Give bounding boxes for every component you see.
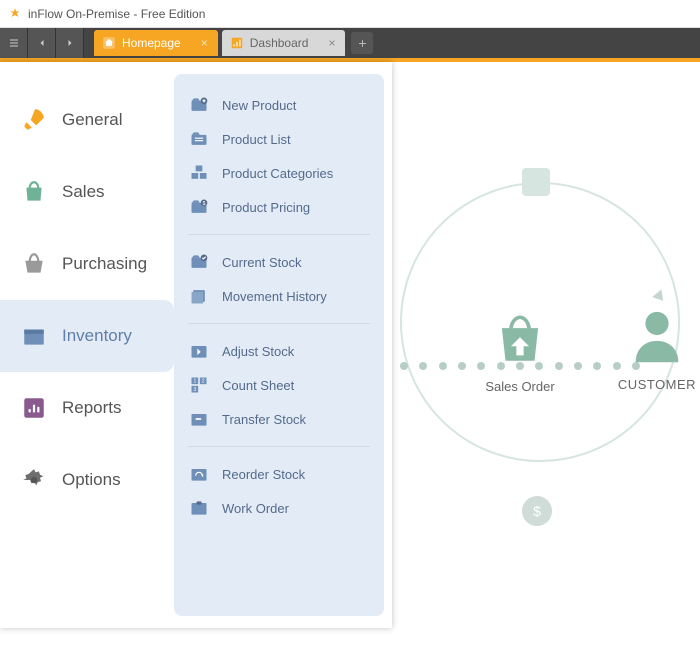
nav-item-purchasing[interactable]: Purchasing xyxy=(0,228,174,300)
main-menu-panel: General Sales Purchasing Inventory xyxy=(0,62,392,628)
svg-text:2: 2 xyxy=(202,379,205,385)
svg-text:3: 3 xyxy=(193,387,196,393)
tab-strip: Homepage × Dashboard × + xyxy=(0,28,700,58)
sub-item-count-sheet[interactable]: 123 Count Sheet xyxy=(184,368,374,402)
submenu-divider xyxy=(188,234,370,235)
bar-chart-icon xyxy=(20,394,48,422)
box-icon xyxy=(20,322,48,350)
hamburger-button[interactable] xyxy=(0,28,28,58)
sub-label: Transfer Stock xyxy=(222,412,306,427)
home-icon xyxy=(102,36,116,50)
customer-label: CUSTOMER xyxy=(612,377,700,392)
main-nav: General Sales Purchasing Inventory xyxy=(0,62,174,628)
workflow-diagram: $ Sales Order CUSTOMER xyxy=(400,102,700,522)
boxes-icon xyxy=(188,162,210,184)
adjust-icon xyxy=(188,340,210,362)
sales-order-node[interactable]: Sales Order xyxy=(480,310,560,394)
sub-item-product-pricing[interactable]: $ Product Pricing xyxy=(184,190,374,224)
close-icon[interactable]: × xyxy=(328,36,335,50)
svg-text:$: $ xyxy=(203,201,206,207)
sales-order-label: Sales Order xyxy=(480,379,560,394)
tab-dashboard[interactable]: Dashboard × xyxy=(222,30,346,56)
sub-item-transfer-stock[interactable]: Transfer Stock xyxy=(184,402,374,436)
nav-item-options[interactable]: Options xyxy=(0,444,174,516)
customer-node[interactable]: CUSTOMER xyxy=(612,306,700,392)
nav-item-reports[interactable]: Reports xyxy=(0,372,174,444)
folder-check-icon xyxy=(188,251,210,273)
folder-list-icon xyxy=(188,128,210,150)
workspace: $ Sales Order CUSTOMER xyxy=(0,62,700,630)
history-icon xyxy=(188,285,210,307)
sub-label: Count Sheet xyxy=(222,378,294,393)
sub-label: Product Pricing xyxy=(222,200,310,215)
nav-item-general[interactable]: General xyxy=(0,84,174,156)
tab-homepage[interactable]: Homepage × xyxy=(94,30,218,56)
nav-label: Reports xyxy=(62,398,122,418)
inventory-submenu: New Product Product List Product Categor… xyxy=(174,74,384,616)
sub-item-product-list[interactable]: Product List xyxy=(184,122,374,156)
money-node: $ xyxy=(522,496,552,526)
basket-icon xyxy=(20,250,48,278)
sub-item-reorder-stock[interactable]: Reorder Stock xyxy=(184,457,374,491)
submenu-divider xyxy=(188,446,370,447)
nav-item-inventory[interactable]: Inventory xyxy=(0,300,174,372)
person-icon xyxy=(626,306,688,368)
window-title: inFlow On-Premise - Free Edition xyxy=(28,7,205,21)
shopping-bag-icon xyxy=(491,310,549,368)
rocket-icon xyxy=(20,106,48,134)
sub-label: New Product xyxy=(222,98,296,113)
nav-label: Options xyxy=(62,470,121,490)
tab-label: Homepage xyxy=(122,36,181,50)
nav-label: Inventory xyxy=(62,326,132,346)
close-icon[interactable]: × xyxy=(201,36,208,50)
tab-label: Dashboard xyxy=(250,36,309,50)
sub-item-movement-history[interactable]: Movement History xyxy=(184,279,374,313)
sub-item-work-order[interactable]: Work Order xyxy=(184,491,374,525)
window-title-bar: inFlow On-Premise - Free Edition xyxy=(0,0,700,28)
folder-plus-icon xyxy=(188,94,210,116)
nav-label: Purchasing xyxy=(62,254,147,274)
submenu-divider xyxy=(188,323,370,324)
nav-item-sales[interactable]: Sales xyxy=(0,156,174,228)
sub-item-product-categories[interactable]: Product Categories xyxy=(184,156,374,190)
svg-text:1: 1 xyxy=(193,379,196,385)
sub-label: Adjust Stock xyxy=(222,344,294,359)
nav-back-button[interactable] xyxy=(28,28,56,58)
sub-item-new-product[interactable]: New Product xyxy=(184,88,374,122)
sub-label: Movement History xyxy=(222,289,327,304)
work-order-icon xyxy=(188,497,210,519)
sub-label: Reorder Stock xyxy=(222,467,305,482)
sub-label: Product List xyxy=(222,132,291,147)
transfer-icon xyxy=(188,408,210,430)
sub-label: Work Order xyxy=(222,501,289,516)
nav-label: Sales xyxy=(62,182,105,202)
app-logo-icon xyxy=(8,7,22,21)
reorder-icon xyxy=(188,463,210,485)
nav-label: General xyxy=(62,110,122,130)
sub-label: Current Stock xyxy=(222,255,301,270)
nav-forward-button[interactable] xyxy=(56,28,84,58)
folder-dollar-icon: $ xyxy=(188,196,210,218)
node-top xyxy=(522,168,550,196)
gear-icon xyxy=(20,466,48,494)
new-tab-button[interactable]: + xyxy=(351,32,373,54)
shopping-bag-icon xyxy=(20,178,48,206)
sub-item-current-stock[interactable]: Current Stock xyxy=(184,245,374,279)
dashboard-icon xyxy=(230,36,244,50)
sub-item-adjust-stock[interactable]: Adjust Stock xyxy=(184,334,374,368)
count-icon: 123 xyxy=(188,374,210,396)
sub-label: Product Categories xyxy=(222,166,333,181)
